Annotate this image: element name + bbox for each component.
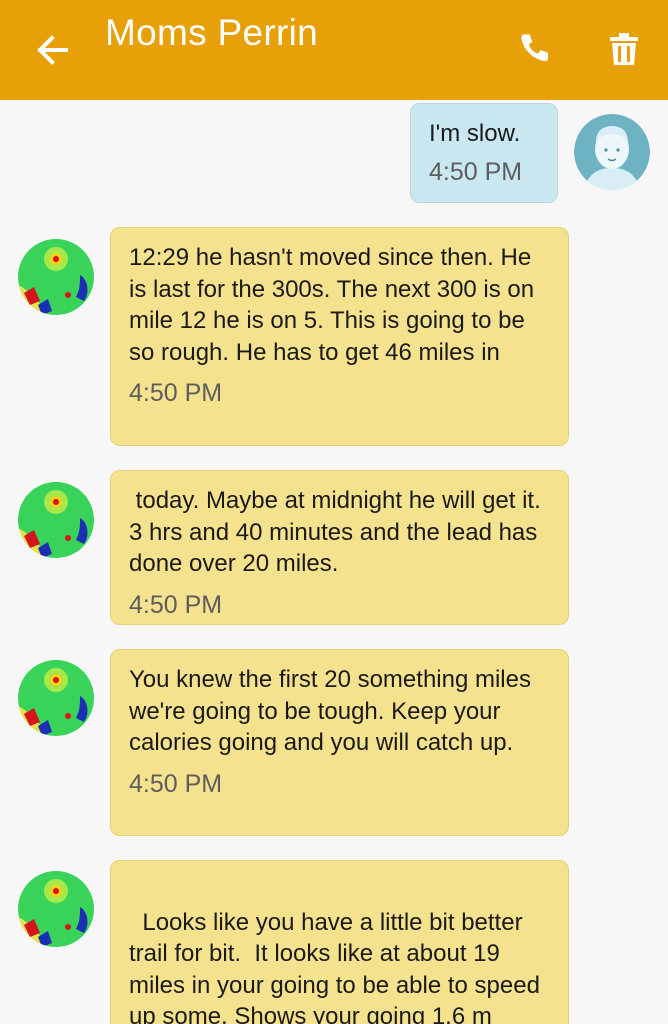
message-text: today. Maybe at midnight he will get it.… [129,487,548,577]
message-time: 4:50 PM [129,590,223,619]
message-time: 4:50 PM [129,769,223,798]
message-bubble-received[interactable]: today. Maybe at midnight he will get it.… [110,470,569,625]
back-button[interactable] [30,28,74,72]
message-bubble-received[interactable]: Looks like you have a little bit better … [110,860,569,1024]
trash-icon [610,33,638,65]
contact-avatar-image [18,660,94,736]
message-text: I'm slow. [429,120,521,147]
message-text: 12:29 he hasn't moved since then. He is … [129,244,535,366]
user-avatar-icon [574,114,650,190]
call-button[interactable] [512,27,556,71]
contact-avatar[interactable] [18,871,94,947]
message-time: 4:50 PM [429,157,523,186]
message-text: Looks like you have a little bit better … [129,908,547,1024]
phone-icon [521,34,549,62]
delete-button[interactable] [602,27,646,71]
app-header: Moms Perrin [0,0,668,100]
message-bubble-received[interactable]: You knew the first 20 something miles we… [110,649,569,836]
message-bubble-received[interactable]: 12:29 he hasn't moved since then. He is … [110,227,569,446]
contact-avatar-image [18,239,94,315]
contact-avatar-image [18,871,94,947]
my-avatar[interactable] [574,114,650,190]
conversation-title: Moms Perrin [105,12,318,53]
message-bubble-sent[interactable]: I'm slow. 4:50 PM [410,103,558,203]
contact-avatar-image [18,482,94,558]
contact-avatar[interactable] [18,239,94,315]
contact-avatar[interactable] [18,660,94,736]
contact-avatar[interactable] [18,482,94,558]
message-text: You knew the first 20 something miles we… [129,666,531,756]
message-time: 4:50 PM [129,379,223,407]
arrow-left-icon [37,35,68,65]
